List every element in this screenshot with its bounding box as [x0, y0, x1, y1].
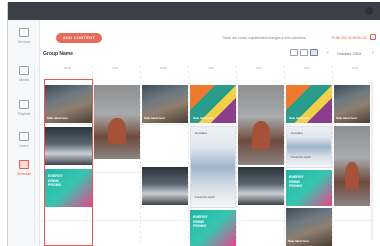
thumbnail-caption: Travel the world — [195, 195, 215, 199]
toolbar: ADD CONTENT There are some unpublished c… — [40, 20, 380, 46]
column-label: MON — [64, 66, 71, 70]
publish-icon[interactable] — [370, 34, 376, 40]
selected-column[interactable] — [44, 79, 93, 246]
column-label: SAT — [304, 66, 310, 70]
content-thumbnail[interactable]: Aeroline Travel the world — [190, 126, 236, 208]
column-divider — [236, 66, 237, 244]
title-bar — [8, 2, 380, 20]
content-thumbnail[interactable] — [334, 126, 370, 206]
publish-schedule-link[interactable]: PUBLISH SCHEDULE — [332, 36, 367, 40]
content-thumbnail[interactable]: Sale label here — [334, 85, 370, 123]
content-thumbnail[interactable]: ENERGY DRINK PROMO — [286, 170, 332, 206]
calendar-icon — [19, 160, 29, 169]
column-divider — [188, 66, 189, 244]
column-label: FRI — [256, 66, 261, 70]
thumbnail-logo: Aeroline — [195, 131, 208, 135]
grid-view-icon[interactable] — [290, 49, 298, 56]
group-name: Group Name — [43, 51, 74, 57]
unpublished-hint: There are some unpublished changes in th… — [222, 36, 306, 40]
window-control-icon[interactable] — [365, 7, 373, 15]
content-thumbnail[interactable] — [94, 85, 140, 159]
content-thumbnail[interactable] — [238, 167, 284, 205]
thumbnail-tag: Sale label here — [144, 116, 166, 120]
thumbnail-caption: Travel the world — [291, 155, 311, 159]
content-thumbnail[interactable]: Sale label here — [190, 85, 236, 123]
column-label: SUN — [352, 66, 359, 70]
column-label: TUE — [112, 66, 118, 70]
date-selector[interactable]: October 2019 — [337, 51, 361, 56]
calendar-view-icon[interactable] — [310, 49, 318, 56]
content-thumbnail[interactable]: Sale label here — [286, 208, 332, 246]
content-thumbnail[interactable] — [238, 85, 284, 165]
thumbnail-caption: ENERGY DRINK PROMO — [289, 175, 304, 188]
users-icon — [19, 132, 29, 141]
sidebar-item-devices[interactable]: Devices — [8, 24, 40, 54]
monitor-icon — [19, 28, 29, 37]
column-divider — [332, 66, 333, 244]
playlist-icon — [19, 100, 29, 109]
thumbnail-tag: Sale label here — [336, 116, 358, 120]
content-thumbnail[interactable]: ENERGY DRINK PROMO — [190, 210, 236, 246]
column-label: THU — [208, 66, 215, 70]
content-thumbnail[interactable] — [142, 167, 188, 205]
media-icon — [19, 66, 29, 75]
scrollbar[interactable] — [371, 80, 373, 240]
add-content-button[interactable]: ADD CONTENT — [56, 33, 102, 43]
content-thumbnail[interactable]: Sale label here — [142, 85, 188, 123]
chevron-left-icon[interactable]: ‹ — [327, 50, 329, 56]
column-label: WED — [160, 66, 167, 70]
thumbnail-caption: Sale label here — [193, 116, 215, 120]
chevron-right-icon[interactable]: › — [372, 50, 374, 56]
column-divider — [140, 66, 141, 244]
thumbnail-tag: Sale label here — [288, 239, 310, 243]
content-thumbnail[interactable]: Aeroline Travel the world — [286, 126, 332, 168]
thumbnail-caption: Sale label here — [289, 116, 311, 120]
sidebar-item-label: Devices — [17, 40, 31, 44]
column-divider — [284, 66, 285, 244]
thumbnail-caption: ENERGY DRINK PROMO — [193, 215, 208, 228]
list-view-icon[interactable] — [300, 49, 308, 56]
content-thumbnail[interactable]: Sale label here — [286, 85, 332, 123]
thumbnail-logo: Aeroline — [291, 131, 304, 135]
